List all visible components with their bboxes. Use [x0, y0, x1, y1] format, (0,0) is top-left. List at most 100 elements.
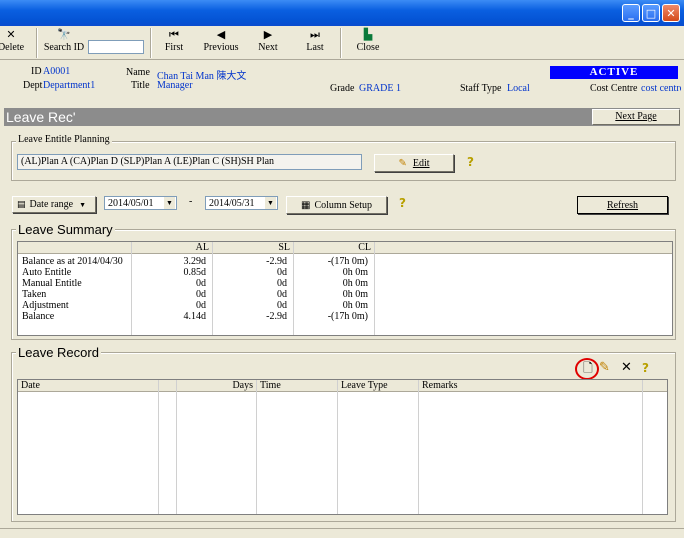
grid-line	[293, 242, 294, 335]
window-titlebar: _ □ ✕	[0, 0, 684, 26]
grid-line	[418, 380, 419, 514]
column-header-days[interactable]: Days	[177, 380, 257, 392]
close-icon: ✕	[666, 6, 676, 20]
next-page-button[interactable]: Next Page	[592, 109, 680, 125]
dept-label: Dept	[23, 80, 43, 91]
next-button[interactable]: ▶ Next	[254, 28, 282, 53]
column-header-remarks[interactable]: Remarks	[419, 380, 643, 392]
help-icon[interactable]: ?	[642, 361, 649, 375]
first-label: First	[164, 42, 184, 53]
maximize-button[interactable]: □	[642, 4, 660, 22]
page-header-bar: Leave Rec' Next Page	[4, 108, 680, 126]
column-header-date[interactable]: Date	[18, 380, 159, 392]
id-value: A0001	[43, 66, 71, 77]
pencil-icon: ✎	[398, 157, 407, 169]
first-record-icon: ⏮	[169, 28, 179, 41]
exit-door-icon: ▙	[363, 28, 373, 41]
grid-line	[374, 242, 375, 335]
column-header-time[interactable]: Time	[257, 380, 338, 392]
to-date-field[interactable]: 2014/05/31 ▼	[205, 196, 278, 210]
date-dropdown-icon[interactable]: ▼	[164, 197, 175, 209]
sl-value: -2.9d	[266, 311, 287, 322]
grid-line	[158, 380, 159, 514]
range-type-label: Date range	[29, 199, 74, 210]
sl-value: 0d	[277, 300, 287, 311]
maximize-icon: □	[645, 6, 657, 20]
staff-type-value: Local	[507, 83, 530, 94]
row-label: Taken	[22, 289, 47, 300]
al-value: 0d	[196, 278, 206, 289]
dept-value: Department1	[43, 80, 96, 91]
previous-label: Previous	[203, 42, 239, 53]
edit-record-icon[interactable]: ✎	[599, 360, 615, 376]
next-label: Next	[258, 42, 278, 53]
column-setup-button[interactable]: ▦ Column Setup	[286, 196, 387, 214]
search-id-input[interactable]	[88, 40, 144, 54]
help-icon[interactable]: ?	[467, 155, 474, 169]
entitle-plan-field: (AL)Plan A (CA)Plan D (SLP)Plan A (LE)Pl…	[17, 154, 362, 170]
close-window-button[interactable]: ✕	[662, 4, 680, 22]
refresh-button[interactable]: Refresh	[577, 196, 668, 214]
delete-label: Delete	[0, 42, 25, 53]
sl-value: 0d	[277, 278, 287, 289]
column-header	[18, 242, 132, 254]
help-icon[interactable]: ?	[399, 196, 406, 210]
range-type-dropdown[interactable]: ▤ Date range ▼	[12, 196, 96, 213]
cost-centre-value: cost centre	[641, 83, 681, 94]
leave-summary-table: AL SL CL Balance as at 2014/04/30 3.29d …	[17, 241, 673, 336]
al-value: 4.14d	[183, 311, 207, 322]
staff-type-label: Staff Type	[460, 83, 502, 94]
cl-value: 0h 0m	[342, 300, 368, 311]
previous-button[interactable]: ◀ Previous	[202, 28, 240, 53]
cost-centre-label: Cost Centre	[590, 83, 638, 94]
delete-record-icon[interactable]: ✕	[621, 360, 635, 376]
last-record-icon: ⏭	[310, 28, 320, 41]
date-dropdown-icon[interactable]: ▼	[265, 197, 276, 209]
date-range-dash: -	[189, 196, 193, 207]
entitle-planning-group: Leave Entitle Planning (AL)Plan A (CA)Pl…	[11, 134, 676, 181]
grid-line	[176, 380, 177, 514]
binoculars-icon: 🔭	[57, 28, 71, 41]
dropdown-arrow-icon: ▼	[79, 200, 87, 209]
title-value: Manager	[157, 80, 193, 91]
column-header-blank[interactable]	[159, 380, 177, 392]
leave-record-table[interactable]: Date Days Time Leave Type Remarks	[17, 379, 668, 515]
al-value: 3.29d	[183, 256, 207, 267]
column-header-leave-type[interactable]: Leave Type	[338, 380, 419, 392]
previous-icon: ◀	[216, 28, 226, 41]
to-date-value: 2014/05/31	[209, 198, 255, 209]
columns-icon: ▦	[301, 199, 311, 211]
refresh-label: Refresh	[606, 199, 639, 211]
last-button[interactable]: ⏭ Last	[302, 28, 328, 53]
name-label: Name	[126, 67, 150, 78]
cl-value: 0h 0m	[342, 289, 368, 300]
al-value: 0d	[196, 289, 206, 300]
minimize-button[interactable]: _	[622, 4, 640, 22]
sl-value: -2.9d	[266, 256, 287, 267]
grid-line	[131, 242, 132, 335]
entitle-planning-title: Leave Entitle Planning	[16, 134, 112, 145]
column-header-al: AL	[132, 242, 213, 254]
column-header-sl: SL	[213, 242, 294, 254]
close-label: Close	[356, 42, 380, 53]
delete-button[interactable]: ✕ Delete	[0, 28, 26, 53]
leave-record-title: Leave Record	[16, 345, 101, 360]
grid-line	[642, 380, 643, 514]
from-date-field[interactable]: 2014/05/01 ▼	[104, 196, 177, 210]
al-value: 0d	[196, 300, 206, 311]
search-id-label: Search ID	[43, 42, 85, 53]
sl-value: 0d	[277, 289, 287, 300]
page-title: Leave Rec'	[6, 109, 76, 125]
status-bar	[0, 528, 684, 538]
toolbar-separator	[150, 28, 152, 58]
grade-label: Grade	[330, 83, 355, 94]
column-header-cl: CL	[294, 242, 375, 254]
next-icon: ▶	[263, 28, 273, 41]
edit-button[interactable]: ✎ Edit	[374, 154, 454, 172]
minimize-icon: _	[628, 6, 634, 20]
cl-value: 0h 0m	[342, 267, 368, 278]
first-button[interactable]: ⏮ First	[160, 28, 188, 53]
new-record-icon[interactable]: 🗋	[581, 361, 595, 375]
close-button[interactable]: ▙ Close	[354, 28, 382, 53]
leave-summary-group: Leave Summary AL SL CL Balance as at 201…	[11, 222, 676, 340]
